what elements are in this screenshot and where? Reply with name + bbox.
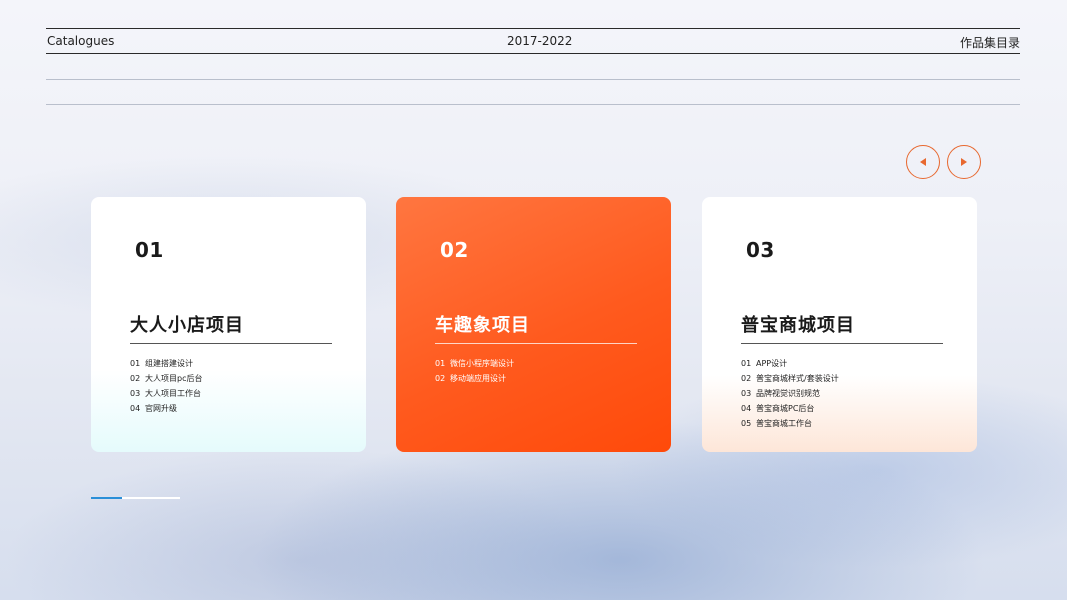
item-label: 官网升级	[145, 404, 177, 413]
card-divider	[130, 343, 332, 344]
item-label: 普宝商城样式/套装设计	[756, 374, 839, 383]
card-number: 02	[440, 238, 469, 262]
card-divider	[435, 343, 637, 344]
item-label: 移动端应用设计	[450, 374, 506, 383]
catalogues-label: Catalogues	[47, 34, 115, 48]
slide-progress-fill	[91, 497, 123, 499]
item-label: 大人项目工作台	[145, 389, 201, 398]
item-index: 02	[435, 374, 446, 383]
card-item-list: 01 组建搭建设计 02 大人项目pc后台 03 大人项目工作台 04 官网升级	[130, 356, 202, 416]
item-index: 01	[130, 359, 141, 368]
item-index: 05	[741, 419, 752, 428]
list-item: 02 大人项目pc后台	[130, 371, 202, 386]
item-index: 03	[741, 389, 752, 398]
list-item: 04 普宝商城PC后台	[741, 401, 839, 416]
card-item-list: 01 APP设计 02 普宝商城样式/套装设计 03 品牌视觉识别规范 04 普宝商城P…	[741, 356, 839, 431]
project-card-3[interactable]: 03 普宝商城项目 01 APP设计 02 普宝商城样式/套装设计 03 品牌视觉识别…	[702, 197, 977, 452]
list-item: 01 APP设计	[741, 356, 839, 371]
item-label: 组建搭建设计	[145, 359, 193, 368]
project-card-1[interactable]: 01 大人小店项目 01 组建搭建设计 02 大人项目pc后台 03 大人项目工作台 …	[91, 197, 366, 452]
item-index: 04	[130, 404, 141, 413]
caret-right-icon	[961, 158, 967, 166]
item-index: 02	[741, 374, 752, 383]
list-item: 05 普宝商城工作台	[741, 416, 839, 431]
card-title: 普宝商城项目	[741, 315, 855, 336]
card-number: 03	[746, 238, 775, 262]
card-title: 车趣象项目	[435, 315, 530, 336]
project-card-2[interactable]: 02 车趣象项目 01 微信小程序端设计 02 移动端应用设计	[396, 197, 671, 452]
item-index: 02	[130, 374, 141, 383]
list-item: 03 品牌视觉识别规范	[741, 386, 839, 401]
item-label: 普宝商城工作台	[756, 419, 812, 428]
caret-left-icon	[920, 158, 926, 166]
item-label: 大人项目pc后台	[145, 374, 203, 383]
year-range-label: 2017-2022	[507, 34, 573, 48]
list-item: 01 微信小程序端设计	[435, 356, 514, 371]
item-label: APP设计	[756, 359, 788, 368]
card-title: 大人小店项目	[130, 315, 244, 336]
item-label: 普宝商城PC后台	[756, 404, 815, 413]
slide-progress-track	[91, 497, 180, 499]
item-index: 01	[435, 359, 446, 368]
portfolio-catalog-label: 作品集目录	[959, 36, 1020, 50]
divider-rule-2	[46, 104, 1020, 105]
card-item-list: 01 微信小程序端设计 02 移动端应用设计	[435, 356, 514, 386]
next-button[interactable]	[947, 145, 981, 179]
item-index: 03	[130, 389, 141, 398]
card-number: 01	[135, 238, 164, 262]
list-item: 02 移动端应用设计	[435, 371, 514, 386]
item-index: 04	[741, 404, 752, 413]
list-item: 01 组建搭建设计	[130, 356, 202, 371]
list-item: 03 大人项目工作台	[130, 386, 202, 401]
header-bottom-rule	[46, 53, 1020, 54]
list-item: 04 官网升级	[130, 401, 202, 416]
list-item: 02 普宝商城样式/套装设计	[741, 371, 839, 386]
prev-button[interactable]	[906, 145, 940, 179]
item-index: 01	[741, 359, 752, 368]
header-top-rule	[46, 28, 1020, 29]
divider-rule-1	[46, 79, 1020, 80]
item-label: 品牌视觉识别规范	[756, 389, 820, 398]
card-divider	[741, 343, 943, 344]
item-label: 微信小程序端设计	[450, 359, 514, 368]
